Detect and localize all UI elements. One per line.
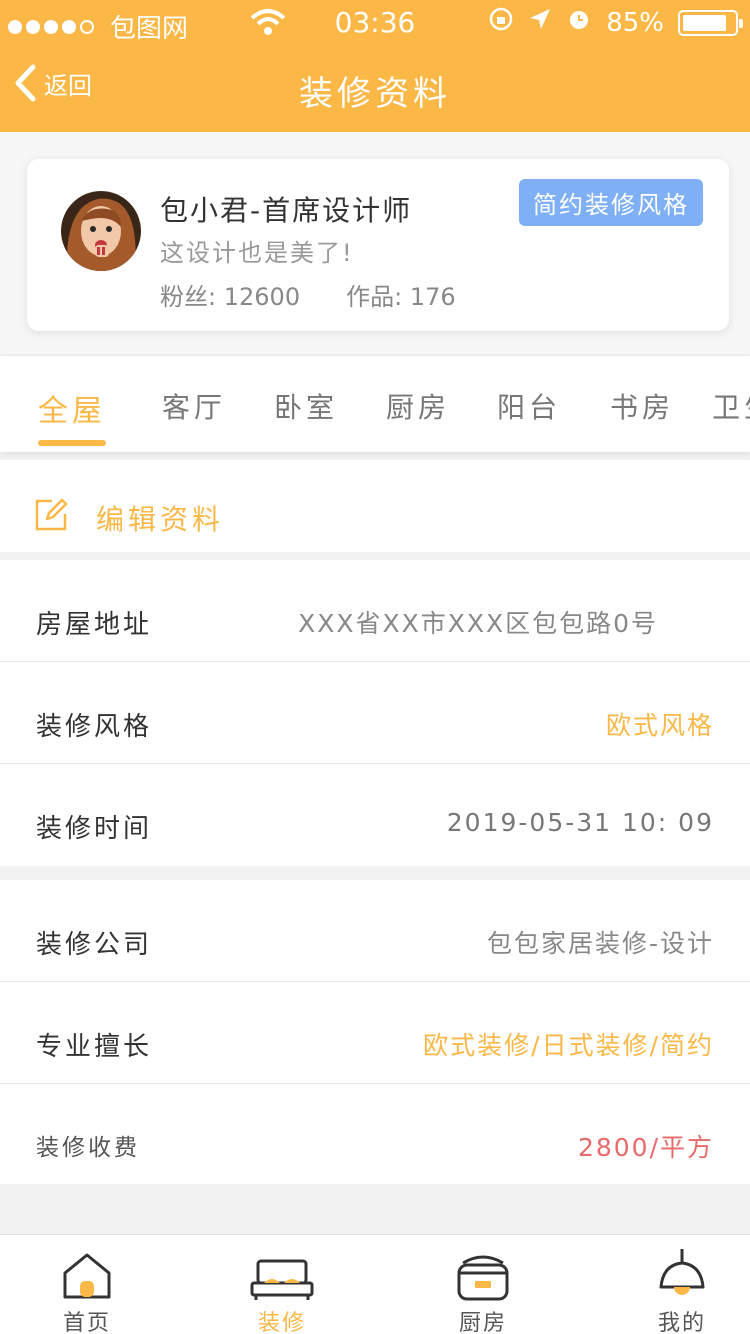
- info-label: 装修公司: [36, 930, 153, 960]
- nav-bar: 返回 装修资料: [0, 48, 750, 132]
- info-group-house: 房屋地址 XXX省XX市XXX区包包路0号 装修风格 欧式风格 装修时间 201…: [0, 560, 750, 866]
- fans-count: 12600: [223, 283, 301, 311]
- tabbar-label: 厨房: [458, 1311, 507, 1334]
- tab-whole-house[interactable]: 全屋: [38, 386, 106, 430]
- designer-stats: 粉丝: 12600 作品: 176: [160, 277, 456, 312]
- edit-profile-label: 编辑资料: [96, 503, 225, 536]
- designer-slogan: 这设计也是美了!: [160, 239, 354, 267]
- tabbar-decoration[interactable]: 装修: [222, 1245, 342, 1334]
- location-icon: [528, 7, 552, 38]
- tabbar-label: 我的: [657, 1311, 706, 1334]
- info-group-company: 装修公司 包包家居装修-设计 专业擅长 欧式装修/日式装修/简约 装修收费 28…: [0, 880, 750, 1184]
- tab-kitchen[interactable]: 厨房: [386, 386, 450, 426]
- info-row-company[interactable]: 装修公司 包包家居装修-设计: [0, 880, 750, 982]
- lamp-icon: [622, 1245, 742, 1301]
- header: 包图网 03:36 85% 返回 装修资料: [0, 0, 750, 132]
- address-value: XXX省XX市XXX区包包路0号: [298, 609, 658, 638]
- edit-icon: [34, 498, 68, 536]
- style-value: 欧式风格: [605, 711, 714, 740]
- active-tab-indicator: [38, 440, 106, 446]
- info-row-address[interactable]: 房屋地址 XXX省XX市XXX区包包路0号: [0, 560, 750, 662]
- info-row-style[interactable]: 装修风格 欧式风格: [0, 662, 750, 764]
- home-icon: [27, 1245, 147, 1301]
- room-tabs: 全屋 客厅 卧室 厨房 阳台 书房 卫生: [0, 356, 750, 452]
- tab-bedroom[interactable]: 卧室: [274, 386, 338, 426]
- tabbar-mine[interactable]: 我的: [622, 1245, 742, 1334]
- tab-balcony[interactable]: 阳台: [497, 386, 561, 426]
- fee-value: 2800/平方: [577, 1133, 714, 1162]
- info-row-time[interactable]: 装修时间 2019-05-31 10: 09: [0, 764, 750, 866]
- alarm-icon: [566, 6, 592, 39]
- specialty-value: 欧式装修/日式装修/简约: [423, 1031, 714, 1060]
- tabbar-label: 装修: [257, 1311, 306, 1334]
- rotation-lock-icon: [488, 6, 514, 39]
- tab-study[interactable]: 书房: [610, 386, 674, 426]
- bottom-tab-bar: 首页 装修 厨房 我的: [0, 1234, 750, 1334]
- battery-percent: 85%: [606, 7, 664, 38]
- works-stat: 作品: 176: [346, 283, 456, 311]
- tabbar-kitchen[interactable]: 厨房: [423, 1245, 543, 1334]
- tab-living-room[interactable]: 客厅: [162, 386, 226, 426]
- info-label: 装修风格: [36, 712, 153, 742]
- bed-icon: [222, 1245, 342, 1301]
- tabbar-home[interactable]: 首页: [27, 1245, 147, 1334]
- edit-profile-row[interactable]: 编辑资料: [0, 460, 750, 552]
- info-label: 专业擅长: [36, 1032, 153, 1062]
- info-label: 房屋地址: [36, 610, 153, 640]
- works-count: 176: [409, 283, 456, 311]
- tab-bathroom[interactable]: 卫生: [712, 386, 750, 426]
- info-row-specialty[interactable]: 专业擅长 欧式装修/日式装修/简约: [0, 982, 750, 1084]
- page-title: 装修资料: [299, 74, 451, 114]
- fans-stat: 粉丝: 12600: [160, 283, 301, 311]
- pot-icon: [423, 1245, 543, 1301]
- info-label: 装修时间: [36, 814, 153, 844]
- battery-icon: [678, 9, 743, 36]
- info-row-fee[interactable]: 装修收费 2800/平方: [0, 1084, 750, 1184]
- time-value: 2019-05-31 10: 09: [446, 808, 714, 837]
- tabbar-label: 首页: [62, 1311, 111, 1334]
- designer-name: 包小君-首席设计师: [160, 194, 413, 227]
- company-value: 包包家居装修-设计: [486, 929, 714, 958]
- avatar[interactable]: [61, 191, 141, 271]
- status-bar: 包图网 03:36 85%: [0, 0, 750, 48]
- info-label: 装修收费: [36, 1135, 140, 1161]
- profile-section: 包小君-首席设计师 这设计也是美了! 粉丝: 12600 作品: 176 简约装…: [0, 132, 750, 354]
- designer-card[interactable]: 包小君-首席设计师 这设计也是美了! 粉丝: 12600 作品: 176 简约装…: [27, 159, 729, 331]
- style-badge[interactable]: 简约装修风格: [519, 179, 703, 226]
